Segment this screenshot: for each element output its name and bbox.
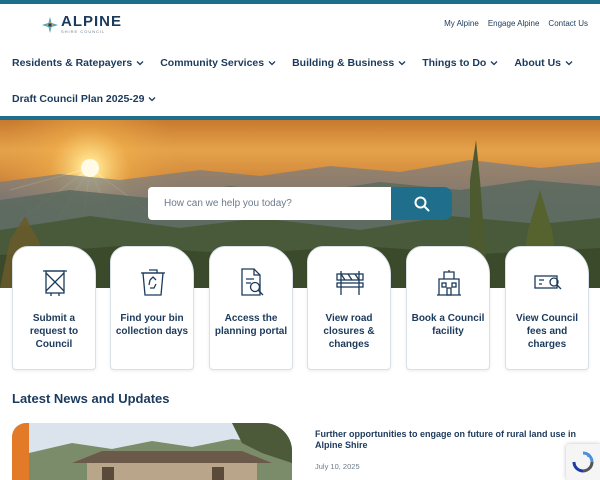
building-icon bbox=[437, 270, 461, 296]
quick-link-road-closures[interactable]: View road closures & changes bbox=[307, 246, 391, 370]
quick-link-label: Find your bin collection days bbox=[115, 313, 189, 337]
news-item-image[interactable] bbox=[12, 423, 292, 480]
search-button[interactable] bbox=[391, 187, 452, 220]
quick-link-bin-collection[interactable]: Find your bin collection days bbox=[110, 246, 194, 370]
chevron-down-icon bbox=[565, 61, 573, 66]
nav-label: Building & Business bbox=[292, 57, 395, 69]
road-barrier-icon bbox=[336, 271, 364, 295]
search-input[interactable] bbox=[148, 187, 391, 220]
nav-label: Things to Do bbox=[422, 57, 487, 69]
news-building-photo bbox=[29, 423, 292, 480]
nav-label: Draft Council Plan 2025-29 bbox=[12, 93, 145, 105]
quick-link-label: View Council fees and charges bbox=[515, 313, 579, 350]
util-link-engage-alpine[interactable]: Engage Alpine bbox=[488, 19, 540, 28]
quick-link-planning-portal[interactable]: Access the planning portal bbox=[209, 246, 293, 370]
quick-link-label: Access the planning portal bbox=[214, 313, 288, 337]
nav-label: Community Services bbox=[160, 57, 265, 69]
quick-link-book-facility[interactable]: Book a Council facility bbox=[406, 246, 490, 370]
nav-label: Residents & Ratepayers bbox=[12, 57, 133, 69]
chevron-down-icon bbox=[136, 61, 144, 66]
logo-star-icon bbox=[42, 16, 58, 33]
chevron-down-icon bbox=[490, 61, 498, 66]
nav-about-us[interactable]: About Us bbox=[514, 57, 573, 69]
utility-nav: My Alpine Engage Alpine Contact Us bbox=[444, 19, 588, 28]
news-item-date: July 10, 2025 bbox=[315, 462, 360, 471]
recycling-bin-icon bbox=[141, 269, 165, 296]
nav-draft-council-plan[interactable]: Draft Council Plan 2025-29 bbox=[12, 93, 156, 105]
search-icon bbox=[414, 196, 429, 211]
alpine-logo[interactable]: ALPINE SHIRE COUNCIL bbox=[42, 14, 122, 35]
quick-link-label: View road closures & changes bbox=[323, 313, 375, 350]
request-form-icon bbox=[43, 270, 67, 296]
news-accent-bar bbox=[12, 423, 29, 480]
quick-link-fees-charges[interactable]: View Council fees and charges bbox=[505, 246, 589, 370]
fee-search-icon bbox=[534, 275, 562, 290]
quick-links: Submit a request to Council Find your bi… bbox=[12, 246, 590, 370]
site-search bbox=[148, 187, 452, 220]
chevron-down-icon bbox=[398, 61, 406, 66]
recaptcha-icon bbox=[572, 451, 594, 473]
util-link-contact-us[interactable]: Contact Us bbox=[548, 19, 588, 28]
logo-subtitle: SHIRE COUNCIL bbox=[61, 29, 106, 34]
news-item-title[interactable]: Further opportunities to engage on futur… bbox=[315, 429, 583, 451]
main-nav: Residents & Ratepayers Community Service… bbox=[0, 44, 600, 116]
nav-label: About Us bbox=[514, 57, 562, 69]
chevron-down-icon bbox=[268, 61, 276, 66]
recaptcha-badge[interactable] bbox=[566, 444, 600, 480]
nav-residents-ratepayers[interactable]: Residents & Ratepayers bbox=[12, 57, 144, 69]
logo-wordmark: ALPINE bbox=[61, 13, 123, 30]
news-section-heading: Latest News and Updates bbox=[12, 391, 170, 406]
chevron-down-icon bbox=[149, 97, 156, 102]
nav-building-business[interactable]: Building & Business bbox=[292, 57, 406, 69]
nav-things-to-do[interactable]: Things to Do bbox=[422, 57, 498, 69]
site-header: ALPINE SHIRE COUNCIL My Alpine Engage Al… bbox=[0, 4, 600, 44]
quick-link-submit-request[interactable]: Submit a request to Council bbox=[12, 246, 96, 370]
quick-link-label: Book a Council facility bbox=[411, 313, 485, 337]
quick-link-label: Submit a request to Council bbox=[29, 313, 79, 350]
nav-community-services[interactable]: Community Services bbox=[160, 57, 276, 69]
util-link-my-alpine[interactable]: My Alpine bbox=[444, 19, 479, 28]
document-search-icon bbox=[241, 268, 264, 296]
